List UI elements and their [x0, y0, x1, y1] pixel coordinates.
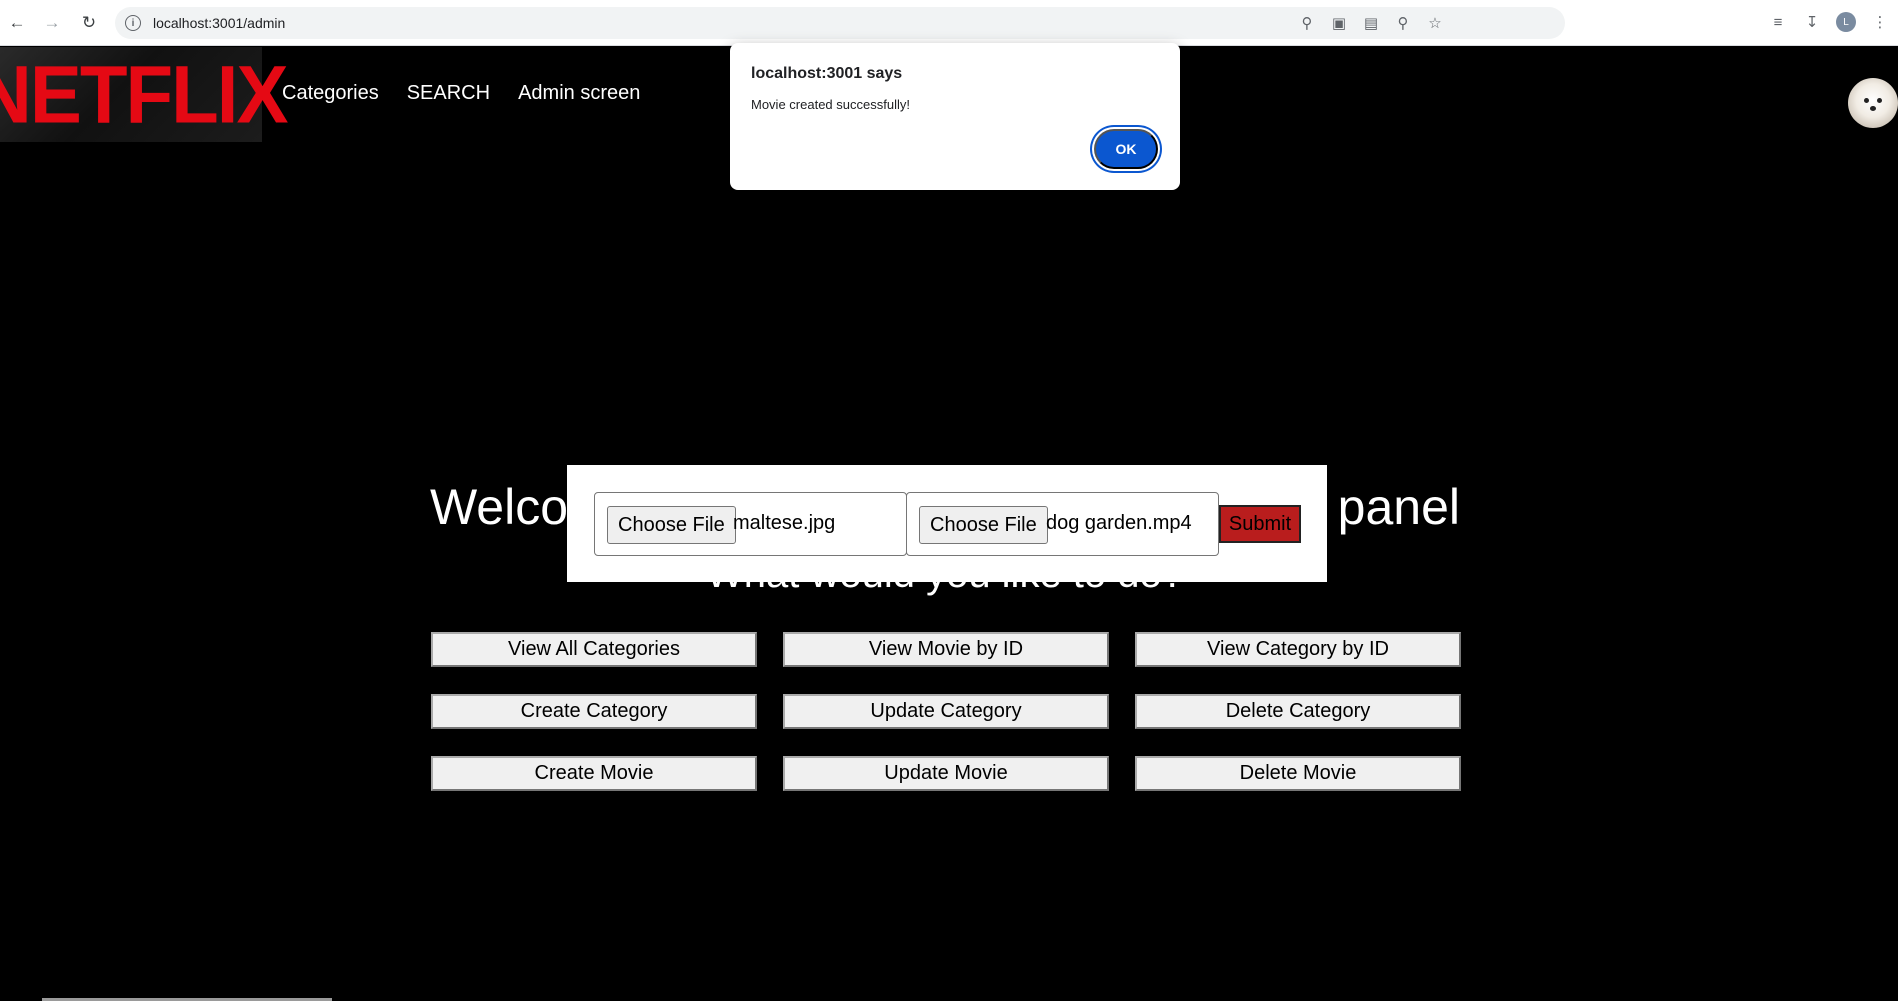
view-category-by-id-button[interactable]: View Category by ID [1135, 632, 1461, 667]
image-file-input[interactable]: Choose File maltese.jpg [594, 492, 907, 556]
view-all-categories-button[interactable]: View All Categories [431, 632, 757, 667]
title-right: panel [1337, 479, 1460, 535]
image-file-name: maltese.jpg [733, 512, 836, 534]
zoom-icon[interactable]: ⚲ [1393, 13, 1413, 33]
logo[interactable]: NETFLIX [0, 47, 289, 142]
forward-arrow-icon[interactable]: → [40, 11, 64, 35]
profile-icon[interactable]: L [1836, 12, 1856, 32]
url-text[interactable]: localhost:3001/admin [153, 15, 285, 31]
video-file-name: dog garden.mp4 [1046, 512, 1192, 534]
action-grid: View All Categories View Movie by ID Vie… [431, 632, 1461, 791]
nav-admin-screen[interactable]: Admin screen [518, 82, 640, 105]
star-icon[interactable]: ☆ [1425, 13, 1445, 33]
address-bar[interactable]: i localhost:3001/admin ⚲ ▣ ▤ ⚲ ☆ [115, 7, 1565, 39]
avatar-nose [1870, 106, 1876, 111]
top-nav: Categories SEARCH Admin screen [282, 82, 640, 105]
back-arrow-icon[interactable]: ← [5, 11, 29, 35]
video-file-input[interactable]: Choose File dog garden.mp4 [906, 492, 1219, 556]
choose-image-button[interactable]: Choose File [607, 506, 736, 544]
delete-movie-button[interactable]: Delete Movie [1135, 756, 1461, 791]
translate-icon[interactable]: ▤ [1361, 13, 1381, 33]
create-category-button[interactable]: Create Category [431, 694, 757, 729]
nav-search[interactable]: SEARCH [407, 82, 490, 105]
info-icon[interactable]: i [125, 15, 141, 31]
browser-toolbar: ← → ↻ i localhost:3001/admin ⚲ ▣ ▤ ⚲ ☆ ≡… [0, 0, 1898, 46]
nav-categories[interactable]: Categories [282, 82, 379, 105]
choose-video-button[interactable]: Choose File [919, 506, 1048, 544]
avatar[interactable] [1848, 78, 1898, 128]
logo-text: NETFLIX [0, 47, 289, 141]
avatar-eye-left [1864, 98, 1869, 103]
create-movie-button[interactable]: Create Movie [431, 756, 757, 791]
reload-icon[interactable]: ↻ [77, 11, 101, 35]
download-icon[interactable]: ↧ [1802, 12, 1822, 32]
tab-search-icon[interactable]: ≡ [1768, 12, 1788, 32]
avatar-eye-right [1877, 98, 1882, 103]
update-category-button[interactable]: Update Category [783, 694, 1109, 729]
upload-form: Choose File maltese.jpg Choose File dog … [567, 465, 1327, 582]
delete-category-button[interactable]: Delete Category [1135, 694, 1461, 729]
dialog-title: localhost:3001 says [751, 65, 903, 82]
alert-dialog: localhost:3001 says Movie created succes… [730, 43, 1180, 190]
ok-button[interactable]: OK [1094, 129, 1158, 169]
menu-icon[interactable]: ⋮ [1870, 12, 1890, 32]
view-movie-by-id-button[interactable]: View Movie by ID [783, 632, 1109, 667]
title-left: Welco [430, 479, 569, 535]
submit-button[interactable]: Submit [1219, 505, 1301, 543]
install-icon[interactable]: ▣ [1329, 13, 1349, 33]
dialog-message: Movie created successfully! [751, 97, 910, 112]
update-movie-button[interactable]: Update Movie [783, 756, 1109, 791]
key-icon[interactable]: ⚲ [1297, 13, 1317, 33]
